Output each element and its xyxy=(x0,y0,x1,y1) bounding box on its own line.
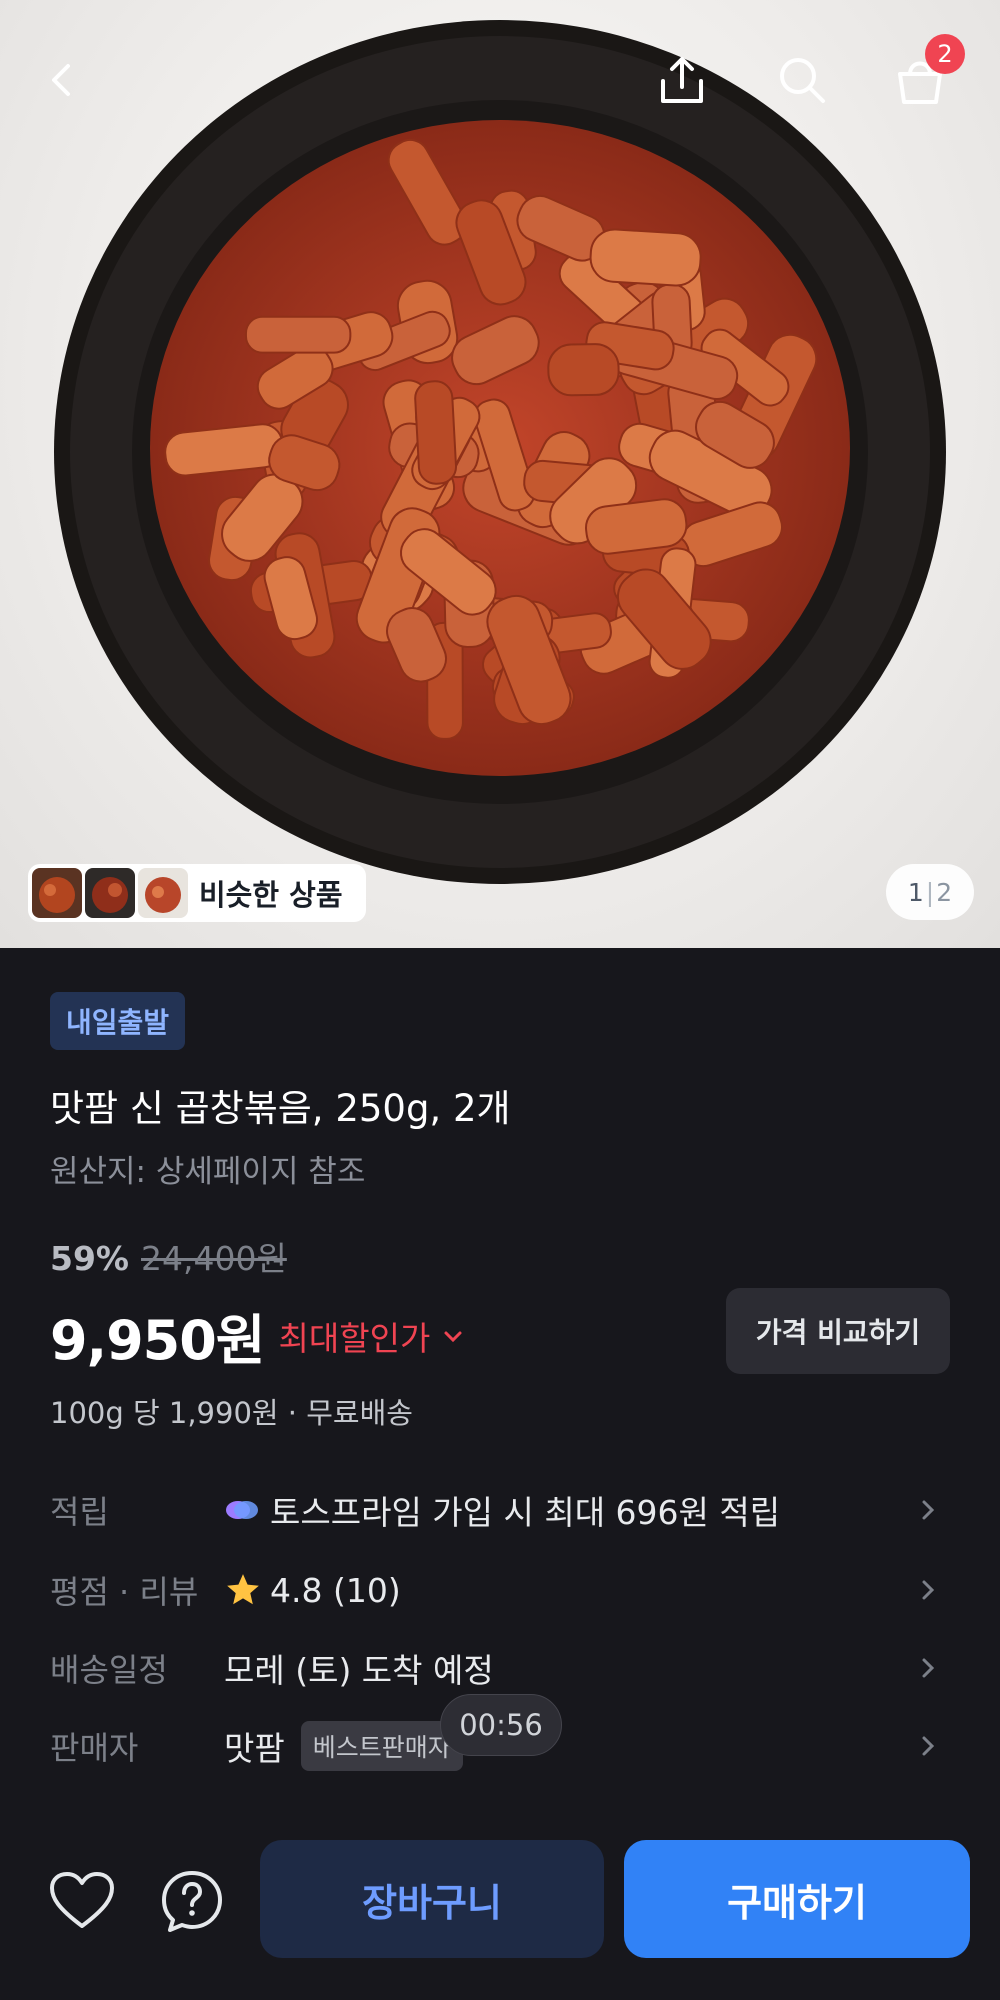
info-row-delivery[interactable]: 배송일정 모레 (토) 도착 예정 xyxy=(50,1638,950,1698)
unit-price: 100g 당 1,990원 · 무료배송 xyxy=(50,1396,413,1430)
chevron-down-icon xyxy=(444,1331,462,1342)
product-origin: 원산지: 상세페이지 참조 xyxy=(50,1154,366,1190)
tripe-piece xyxy=(244,315,352,354)
product-image xyxy=(54,20,946,884)
sale-price: 9,950원 xyxy=(50,1309,265,1372)
price-row: 9,950원 최대할인가 xyxy=(50,1296,468,1375)
share-icon xyxy=(661,57,703,103)
best-seller-badge: 베스트판매자 xyxy=(300,1721,463,1771)
search-button[interactable] xyxy=(770,48,834,112)
info-row-value: 모레 (토) 도착 예정 xyxy=(224,1651,494,1690)
star-icon xyxy=(227,1574,259,1605)
back-icon xyxy=(52,64,70,96)
wishlist-button[interactable] xyxy=(42,1866,122,1936)
info-row-label: 배송일정 xyxy=(50,1651,168,1689)
buy-now-button[interactable]: 구매하기 xyxy=(624,1840,970,1958)
current-page: 1 xyxy=(907,877,924,907)
max-discount-toggle[interactable]: 최대할인가 xyxy=(279,1312,469,1360)
help-button[interactable] xyxy=(152,1866,232,1936)
seller-name: 맛팜 xyxy=(224,1729,285,1768)
info-row-value: 4.8 (10) xyxy=(224,1571,401,1610)
add-to-cart-button[interactable]: 장바구니 xyxy=(260,1840,604,1958)
info-row-label: 판매자 xyxy=(50,1729,139,1767)
tripe-piece xyxy=(414,380,458,485)
heart-icon xyxy=(50,1872,114,1928)
original-price: 24,400원 xyxy=(141,1239,287,1278)
page-separator: | xyxy=(925,877,935,907)
max-discount-label: 최대할인가 xyxy=(278,1318,431,1358)
product-image-gallery[interactable]: 2 비슷한 상품 1 | 2 xyxy=(0,0,1000,948)
tripe-piece xyxy=(547,343,620,397)
cart-count-badge: 2 xyxy=(925,34,965,74)
chevron-right-icon xyxy=(922,1736,935,1756)
product-title: 맛팜 신 곱창볶음, 250g, 2개 xyxy=(50,1087,511,1130)
page-indicator: 1 | 2 xyxy=(886,864,974,920)
info-row-rating[interactable]: 평점 · 리뷰 4.8 (10) xyxy=(50,1560,950,1620)
info-row-label: 평점 · 리뷰 xyxy=(50,1573,199,1611)
prime-icon xyxy=(226,1501,258,1519)
timer-badge: 00:56 xyxy=(440,1694,562,1756)
chevron-right-icon xyxy=(922,1658,935,1678)
similar-thumb-1 xyxy=(32,868,82,918)
info-row-points[interactable]: 적립 토스프라임 가입 시 최대 696원 적립 xyxy=(50,1480,950,1540)
search-icon xyxy=(780,58,825,103)
info-row-label: 적립 xyxy=(50,1493,109,1531)
shipping-tag: 내일출발 xyxy=(50,992,186,1050)
similar-thumb-2 xyxy=(85,868,135,918)
help-icon xyxy=(162,1871,222,1932)
share-button[interactable] xyxy=(650,48,714,112)
discount-row: 59% 24,400원 xyxy=(50,1232,287,1280)
similar-thumb-3 xyxy=(138,868,188,918)
similar-products-button[interactable]: 비슷한 상품 xyxy=(28,864,366,922)
similar-products-label: 비슷한 상품 xyxy=(199,878,343,912)
chevron-right-icon xyxy=(922,1500,935,1520)
discount-rate: 59% xyxy=(50,1239,129,1278)
chevron-right-icon xyxy=(922,1580,935,1600)
back-button[interactable] xyxy=(30,48,94,112)
compare-price-button[interactable]: 가격 비교하기 xyxy=(726,1288,950,1374)
tripe-piece xyxy=(589,228,702,287)
info-row-value: 맛팜 베스트판매자 xyxy=(224,1721,463,1771)
total-pages: 2 xyxy=(936,877,953,907)
info-row-value: 토스프라임 가입 시 최대 696원 적립 xyxy=(224,1486,780,1534)
